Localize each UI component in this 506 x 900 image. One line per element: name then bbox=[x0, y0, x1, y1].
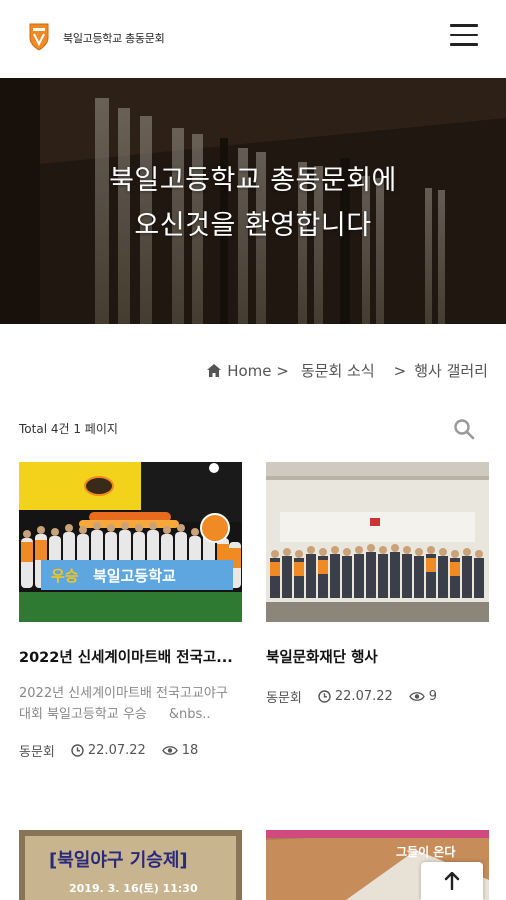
post-thumbnail[interactable] bbox=[266, 462, 489, 622]
post-views: 9 bbox=[409, 689, 437, 704]
hero-line-1: 북일고등학교 총동문회에 bbox=[109, 165, 397, 196]
site-name[interactable]: 북일고등학교 총동문회 bbox=[63, 30, 165, 46]
post-meta: 동문회 22.07.22 9 bbox=[266, 687, 489, 706]
post-thumbnail[interactable]: [북일야구 기승제] 2019. 3. 16(토) 11:30 bbox=[19, 830, 242, 900]
eye-icon bbox=[162, 746, 178, 755]
svg-text:그들이 온다: 그들이 온다 bbox=[396, 844, 455, 859]
post-date: 22.07.22 bbox=[71, 743, 146, 758]
svg-text:2019. 3. 16(토) 11:30: 2019. 3. 16(토) 11:30 bbox=[69, 882, 198, 895]
svg-text:우승: 우승 bbox=[51, 567, 79, 585]
gallery-card[interactable]: 우승 북일고등학교 2022년 신세계이마트배 전국고... 2022년 신세계… bbox=[19, 462, 242, 760]
school-emblem-logo[interactable] bbox=[28, 22, 50, 52]
svg-text:[북일야구 기승제]: [북일야구 기승제] bbox=[49, 850, 188, 871]
foundation-event-photo bbox=[266, 462, 489, 622]
breadcrumb-home[interactable]: Home > bbox=[227, 362, 289, 380]
hero-welcome-text: 북일고등학교 총동문회에 오신것을 환영합니다 bbox=[0, 158, 506, 248]
excerpt-line-1: 2022년 신세계이마트배 전국고교야구 bbox=[19, 686, 228, 701]
post-meta: 동문회 22.07.22 18 bbox=[19, 741, 242, 760]
search-icon[interactable] bbox=[453, 418, 475, 440]
breadcrumb-news[interactable]: 동문회 소식 bbox=[301, 360, 375, 381]
championship-photo: 우승 북일고등학교 bbox=[19, 462, 242, 622]
header-bar: 북일고등학교 총동문회 bbox=[0, 0, 506, 78]
post-author: 동문회 bbox=[266, 691, 302, 706]
excerpt-line-2: 대회 북일고등학교 우승 &nbs.. bbox=[19, 707, 211, 722]
eye-icon bbox=[409, 692, 425, 701]
gallery-card[interactable]: 북일문화재단 행사 동문회 22.07.22 9 bbox=[266, 462, 489, 706]
hero-banner: 북일고등학교 총동문회에 오신것을 환영합니다 bbox=[0, 78, 506, 324]
post-title[interactable]: 2022년 신세계이마트배 전국고... bbox=[19, 646, 242, 667]
svg-text:북일고등학교: 북일고등학교 bbox=[93, 567, 176, 585]
home-icon bbox=[207, 364, 222, 377]
arrow-up-icon bbox=[444, 872, 460, 890]
hero-line-2: 오신것을 환영합니다 bbox=[134, 210, 372, 241]
breadcrumb-gallery[interactable]: 행사 갤러리 bbox=[414, 360, 488, 381]
post-views: 18 bbox=[162, 743, 198, 758]
baseball-ceremony-poster: [북일야구 기승제] 2019. 3. 16(토) 11:30 bbox=[19, 830, 242, 900]
breadcrumb: Home > 동문회 소식 > 행사 갤러리 bbox=[207, 360, 488, 381]
gallery-card[interactable]: [북일야구 기승제] 2019. 3. 16(토) 11:30 bbox=[19, 830, 242, 900]
breadcrumb-separator: > bbox=[393, 361, 407, 380]
post-title[interactable]: 북일문화재단 행사 bbox=[266, 646, 489, 667]
post-thumbnail[interactable]: 우승 북일고등학교 bbox=[19, 462, 242, 622]
clock-icon bbox=[71, 744, 84, 757]
post-excerpt: 2022년 신세계이마트배 전국고교야구 대회 북일고등학교 우승 &nbs.. bbox=[19, 683, 242, 725]
clock-icon bbox=[318, 690, 331, 703]
scroll-to-top-button[interactable] bbox=[421, 862, 483, 900]
hamburger-menu-icon[interactable] bbox=[450, 24, 480, 50]
post-author: 동문회 bbox=[19, 745, 55, 760]
post-date: 22.07.22 bbox=[318, 689, 393, 704]
total-count: Total 4건 1 페이지 bbox=[19, 422, 118, 436]
